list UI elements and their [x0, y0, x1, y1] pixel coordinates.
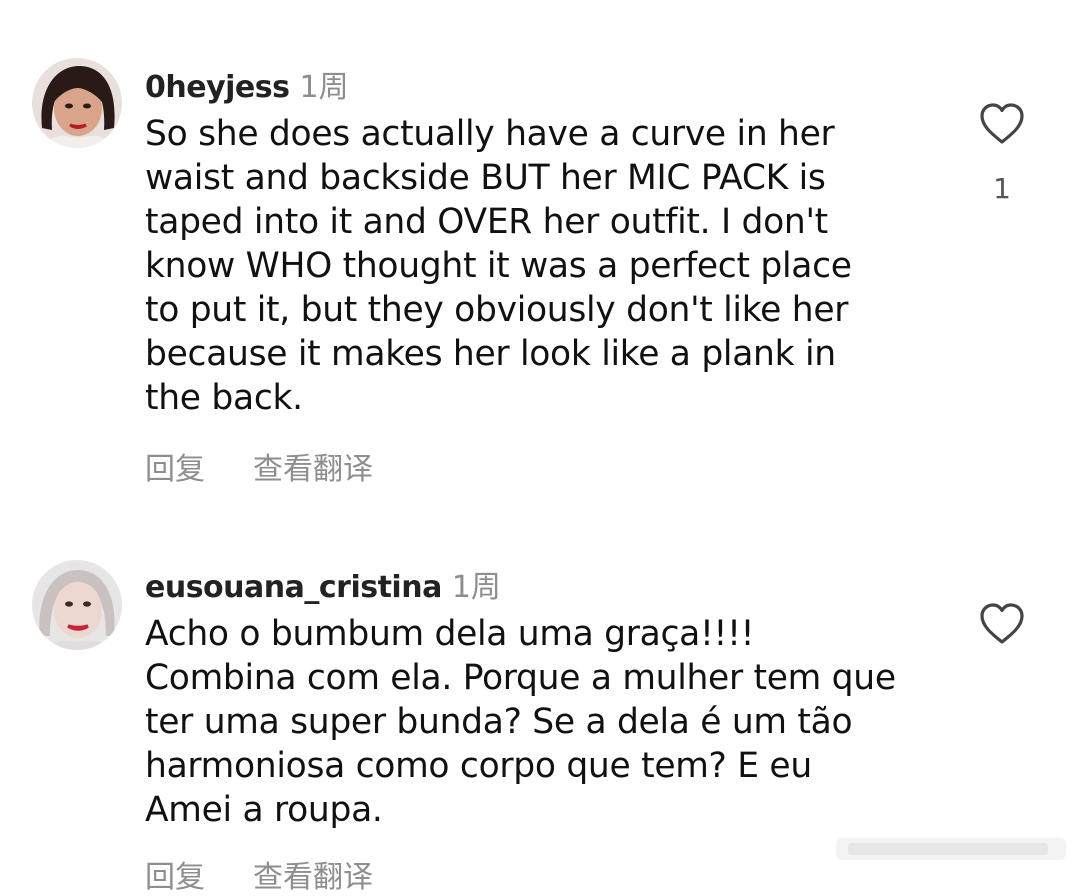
comment-header: 0heyjess 1周 — [145, 62, 349, 106]
comment-line: taped into it and OVER her outfit. I don… — [145, 202, 828, 242]
see-translation-button[interactable]: 查看翻译 — [253, 444, 373, 488]
watermark — [836, 832, 1076, 866]
timestamp: 1周 — [451, 570, 501, 605]
comment-line: the back. — [145, 378, 303, 418]
comment-actions: 回复 查看翻译 — [145, 852, 373, 896]
comment-line: Amei a roupa. — [145, 790, 383, 830]
reply-button[interactable]: 回复 — [145, 444, 205, 488]
comment-line: because it makes her look like a plank i… — [145, 334, 836, 374]
heart-outline-icon — [980, 103, 1024, 144]
reply-button[interactable]: 回复 — [145, 852, 205, 896]
comment-line: Acho o bumbum dela uma graça!!!! — [145, 614, 755, 654]
comment-header: eusouana_cristina 1周 — [145, 562, 501, 606]
timestamp: 1周 — [299, 70, 349, 105]
comment-text: Acho o bumbum dela uma graça!!!! Combina… — [145, 612, 945, 832]
comment-text: So she does actually have a curve in her… — [145, 112, 945, 420]
like-count: 1 — [993, 172, 1011, 205]
comment-line: waist and backside BUT her MIC PACK is — [145, 158, 826, 198]
comment-line: to put it, but they obviously don't like… — [145, 290, 849, 330]
comment-line: harmoniosa como corpo que tem? E eu — [145, 746, 812, 786]
comment-line: ter uma super bunda? Se a dela é um tão — [145, 702, 853, 742]
avatar[interactable] — [32, 58, 122, 148]
see-translation-button[interactable]: 查看翻译 — [253, 852, 373, 896]
avatar[interactable] — [32, 560, 122, 650]
username[interactable]: 0heyjess — [145, 70, 290, 105]
comment-line: So she does actually have a curve in her — [145, 114, 835, 154]
comment-line: Combina com ela. Porque a mulher tem que — [145, 658, 896, 698]
comment-line: know WHO thought it was a perfect place — [145, 246, 852, 286]
username[interactable]: eusouana_cristina — [145, 570, 442, 605]
comment-actions: 回复 查看翻译 — [145, 444, 373, 488]
like-button[interactable] — [978, 102, 1026, 146]
like-button[interactable] — [978, 602, 1026, 646]
heart-outline-icon — [980, 603, 1024, 644]
